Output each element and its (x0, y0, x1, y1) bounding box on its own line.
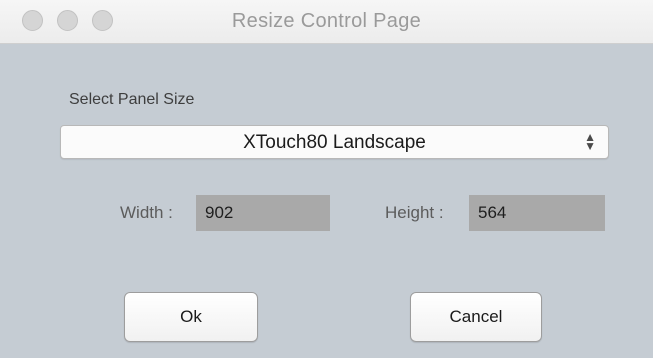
select-updown-icon: ▲ ▼ (584, 130, 596, 153)
panel-size-selected-value: XTouch80 Landscape (243, 132, 426, 153)
width-field[interactable]: 902 (196, 195, 330, 231)
cancel-button[interactable]: Cancel (410, 292, 542, 342)
panel-size-select[interactable]: XTouch80 Landscape ▲ ▼ (60, 125, 609, 159)
ok-button[interactable]: Ok (124, 292, 258, 342)
height-label: Height : (385, 203, 444, 222)
window-title: Resize Control Page (231, 10, 422, 32)
select-panel-size-label: Select Panel Size (69, 91, 195, 108)
height-field[interactable]: 564 (469, 195, 605, 231)
title-bar: Resize Control Page (0, 0, 653, 44)
resize-control-window: Resize Control Page Select Panel Size XT… (0, 0, 653, 358)
width-label: Width : (120, 203, 173, 222)
